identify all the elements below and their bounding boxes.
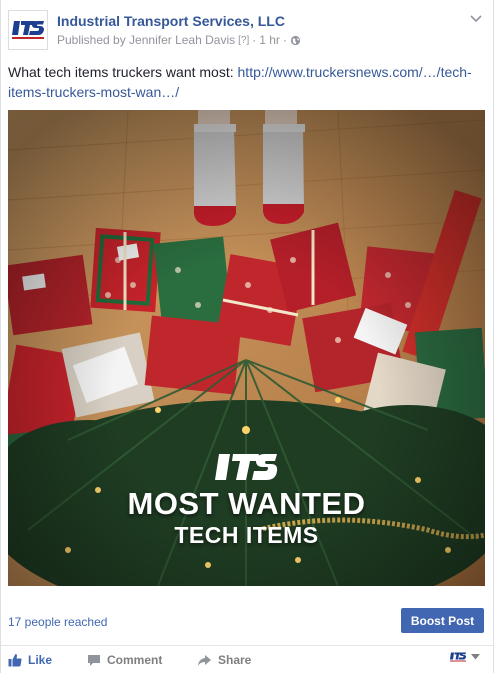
comment-icon bbox=[88, 654, 100, 666]
action-bar: Like Comment Share bbox=[1, 647, 493, 673]
page-name-link[interactable]: Industrial Transport Services, LLC bbox=[57, 13, 285, 29]
boost-post-button[interactable]: Boost Post bbox=[401, 608, 484, 633]
published-by[interactable]: Published by Jennifer Leah Davis bbox=[57, 33, 235, 47]
share-label: Share bbox=[218, 653, 252, 667]
page-actor-selector[interactable] bbox=[449, 652, 480, 662]
comment-label: Comment bbox=[107, 653, 163, 667]
share-button[interactable]: Share bbox=[197, 653, 251, 667]
thumbs-up-icon bbox=[8, 654, 22, 667]
help-marker[interactable]: [?] bbox=[238, 35, 249, 46]
its-overlay-logo bbox=[215, 454, 278, 480]
share-arrow-icon bbox=[198, 654, 211, 666]
post-meta: Published by Jennifer Leah Davis [?] · 1… bbox=[57, 33, 301, 47]
image-subtitle: TECH ITEMS bbox=[174, 522, 319, 548]
post-header: Industrial Transport Services, LLC Publi… bbox=[8, 8, 485, 52]
post-card: Industrial Transport Services, LLC Publi… bbox=[0, 0, 494, 673]
its-small-logo-icon bbox=[450, 652, 466, 662]
comment-button[interactable]: Comment bbox=[87, 653, 162, 667]
like-button[interactable]: Like bbox=[8, 653, 52, 667]
post-message-text: What tech items truckers want most: bbox=[8, 64, 238, 80]
post-time[interactable]: 1 hr bbox=[259, 33, 280, 47]
its-logo-icon bbox=[11, 17, 45, 43]
reach-count-link[interactable]: 17 people reached bbox=[8, 615, 107, 629]
post-message: What tech items truckers want most: http… bbox=[8, 62, 473, 102]
image-title: MOST WANTED bbox=[127, 486, 366, 521]
reach-row: 17 people reached Boost Post bbox=[1, 596, 493, 646]
post-image[interactable]: MOST WANTED TECH ITEMS bbox=[8, 110, 485, 586]
like-label: Like bbox=[28, 653, 53, 667]
globe-icon[interactable] bbox=[290, 35, 301, 46]
meta-separator: · bbox=[282, 33, 287, 47]
chevron-down-icon[interactable] bbox=[469, 12, 483, 26]
meta-separator: · bbox=[252, 33, 257, 47]
page-avatar[interactable] bbox=[8, 10, 48, 50]
caret-down-icon bbox=[471, 654, 480, 660]
